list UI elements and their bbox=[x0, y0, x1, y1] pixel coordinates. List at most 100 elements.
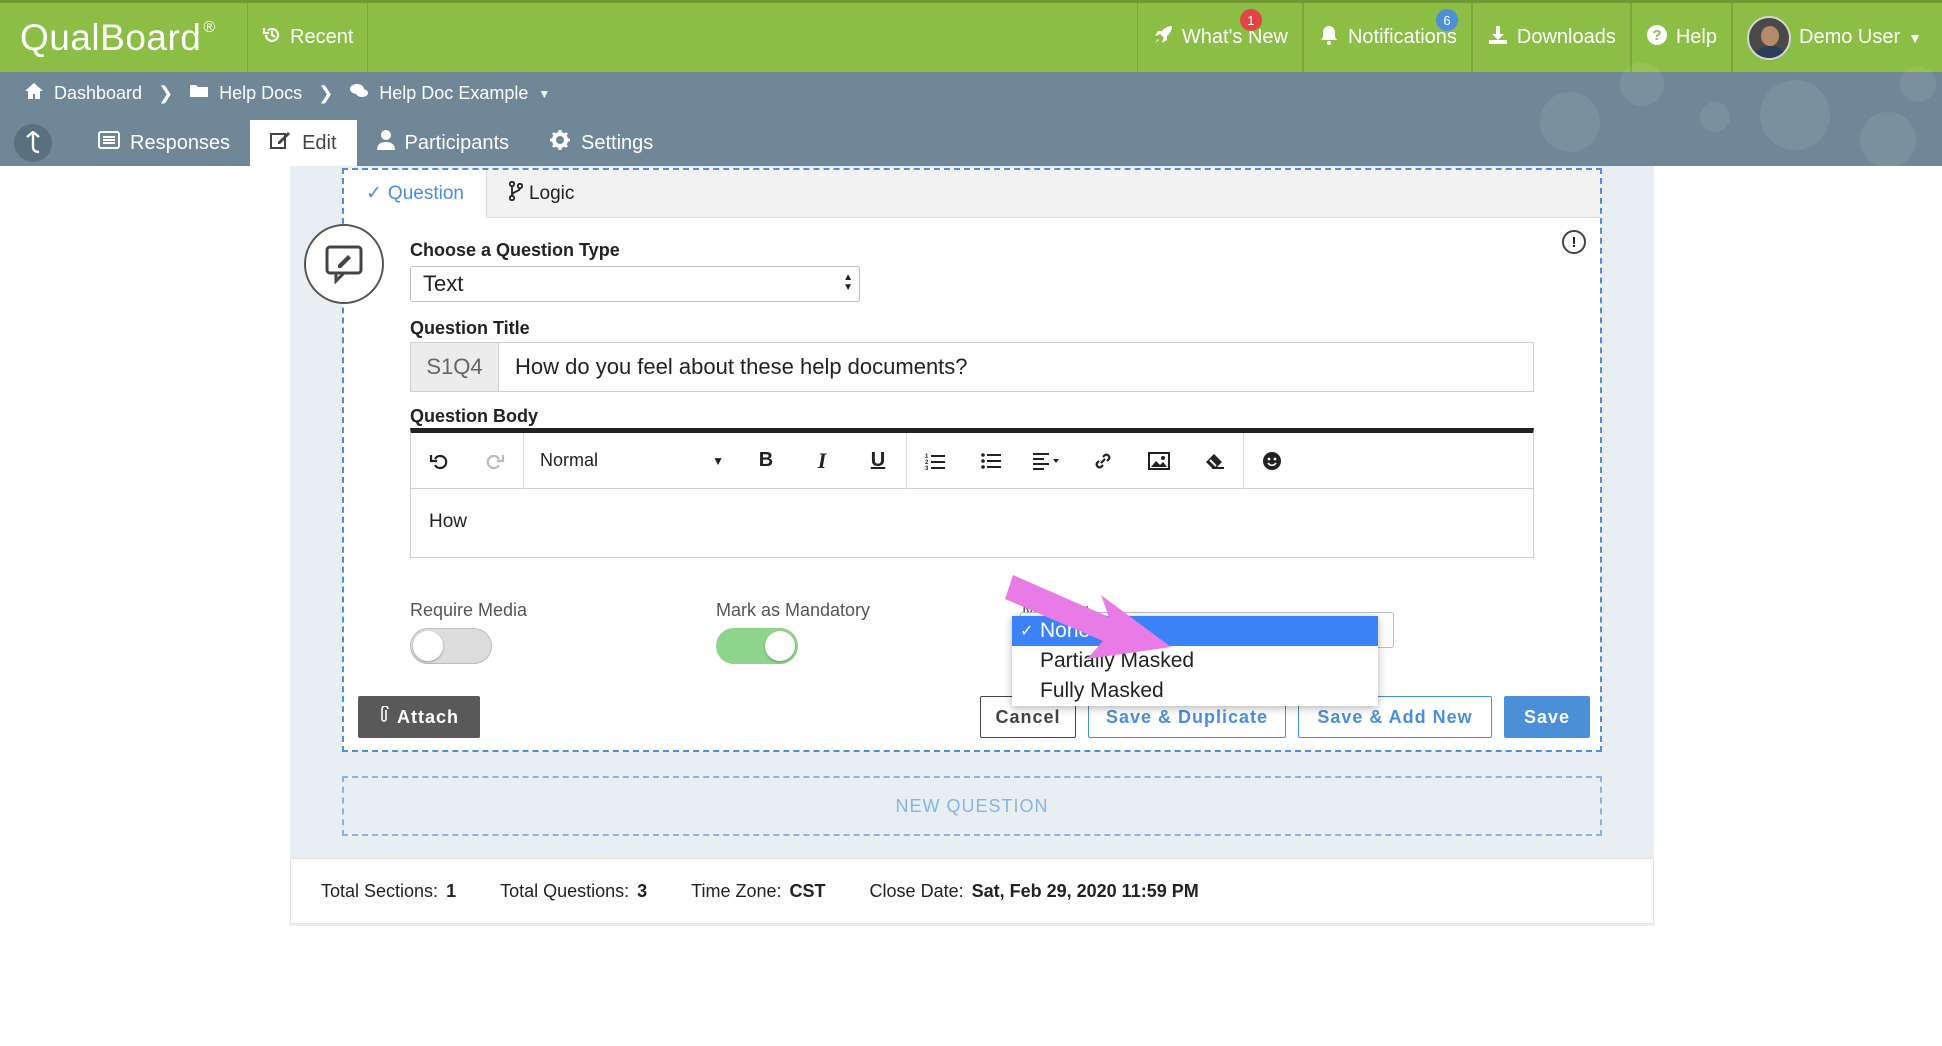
question-circle-icon: ? bbox=[1646, 24, 1668, 52]
bold-icon: B bbox=[758, 449, 774, 471]
ordered-list-button[interactable]: 123 bbox=[907, 433, 963, 489]
notifications-badge: 6 bbox=[1435, 9, 1458, 31]
tab-responses-label: Responses bbox=[130, 131, 231, 154]
registered-mark: ® bbox=[203, 18, 216, 36]
clear-format-button[interactable] bbox=[1187, 433, 1243, 489]
recent-label: Recent bbox=[290, 26, 354, 48]
total-sections-value: 1 bbox=[446, 880, 457, 901]
time-zone-label: Time Zone: bbox=[691, 880, 782, 901]
attach-button[interactable]: Attach bbox=[358, 696, 480, 738]
close-date-label: Close Date: bbox=[869, 880, 964, 901]
downloads-button[interactable]: Downloads bbox=[1471, 3, 1631, 72]
question-type-select[interactable]: Text ▲ ▼ bbox=[410, 266, 860, 302]
total-questions-value: 3 bbox=[637, 880, 648, 901]
list-alt-icon bbox=[98, 131, 120, 155]
editor-toolbar: Normal ▼ B I U 123 bbox=[411, 432, 1533, 489]
bullet-list-button[interactable] bbox=[963, 433, 1019, 489]
rich-text-editor: Normal ▼ B I U 123 How bbox=[410, 428, 1534, 558]
history-icon bbox=[262, 25, 282, 51]
image-button[interactable] bbox=[1131, 433, 1187, 489]
breadcrumb-dashboard[interactable]: Dashboard bbox=[54, 83, 142, 104]
project-tabs: Responses Edit Participants Settings bbox=[0, 120, 673, 166]
level-up-icon bbox=[26, 131, 40, 154]
whats-new-label: What's New bbox=[1181, 26, 1288, 48]
attach-label: Attach bbox=[396, 706, 459, 727]
align-button[interactable] bbox=[1019, 433, 1075, 489]
question-title-label: Question Title bbox=[410, 318, 530, 338]
masking-option-fully-masked[interactable]: Fully Masked bbox=[1012, 676, 1378, 706]
toggle-knob bbox=[413, 631, 443, 661]
question-type-value: Text bbox=[423, 271, 464, 296]
info-icon[interactable]: ! bbox=[1562, 230, 1586, 254]
survey-summary-footer: Total Sections: 1 Total Questions: 3 Time … bbox=[290, 858, 1654, 924]
download-icon bbox=[1487, 24, 1509, 52]
close-date: Close Date: Sat, Feb 29, 2020 11:59 PM bbox=[870, 881, 1199, 902]
home-icon bbox=[24, 82, 44, 105]
link-button[interactable] bbox=[1075, 433, 1131, 489]
annotation-arrow bbox=[1005, 575, 1171, 659]
undo-icon bbox=[429, 454, 448, 469]
mandatory-label: Mark as Mandatory bbox=[716, 600, 871, 620]
back-up-button[interactable] bbox=[14, 124, 52, 162]
user-menu[interactable]: Demo User ▼ bbox=[1732, 3, 1942, 72]
bold-button[interactable]: B bbox=[738, 433, 794, 489]
time-zone-value: CST bbox=[789, 880, 826, 901]
edit-icon bbox=[270, 130, 292, 156]
tab-logic[interactable]: Logic bbox=[487, 170, 596, 218]
tab-responses[interactable]: Responses bbox=[78, 120, 250, 166]
new-question-button[interactable]: NEW QUESTION bbox=[342, 776, 1602, 836]
require-media-label: Require Media bbox=[410, 600, 528, 620]
svg-text:?: ? bbox=[1652, 27, 1661, 44]
chevron-right-icon: ❯ bbox=[318, 83, 334, 103]
italic-icon: I bbox=[817, 447, 827, 473]
sub-navigation-bar: Dashboard ❯ Help Docs ❯ Help Doc Example… bbox=[0, 62, 1942, 168]
save-button[interactable]: Save bbox=[1504, 696, 1590, 738]
question-body-label: Question Body bbox=[410, 406, 539, 426]
whats-new-badge: 1 bbox=[1239, 9, 1262, 31]
eraser-icon bbox=[1206, 453, 1224, 469]
notifications-button[interactable]: Notifications 6 bbox=[1302, 3, 1472, 72]
select-arrows-icon: ▲ ▼ bbox=[843, 272, 853, 293]
recent-button[interactable]: Recent bbox=[248, 3, 369, 72]
question-type-icon bbox=[304, 224, 384, 304]
emoji-button[interactable] bbox=[1244, 433, 1300, 489]
question-editor-card: ✓ Question Logic ! Choose a Question Typ… bbox=[304, 168, 1602, 752]
align-left-icon bbox=[1033, 452, 1059, 470]
caret-down-icon[interactable]: ▼ bbox=[538, 87, 550, 101]
require-media-toggle[interactable] bbox=[410, 628, 492, 664]
whats-new-button[interactable]: What's New 1 bbox=[1136, 3, 1303, 72]
close-date-value: Sat, Feb 29, 2020 11:59 PM bbox=[971, 880, 1199, 901]
masking-option-label: Fully Masked bbox=[1040, 679, 1164, 702]
tab-settings[interactable]: Settings bbox=[529, 120, 673, 166]
underline-button[interactable]: U bbox=[850, 433, 906, 489]
text-format-value: Normal bbox=[540, 450, 599, 470]
question-type-label: Choose a Question Type bbox=[410, 240, 620, 260]
tab-question[interactable]: ✓ Question bbox=[344, 170, 487, 218]
editor-content[interactable]: How bbox=[411, 489, 1533, 555]
caret-down-icon: ▼ bbox=[712, 453, 724, 468]
mandatory-toggle[interactable] bbox=[716, 628, 798, 664]
chevron-right-icon: ❯ bbox=[158, 83, 174, 103]
question-title-input[interactable]: How do you feel about these help documen… bbox=[499, 343, 1533, 391]
tab-participants[interactable]: Participants bbox=[357, 120, 530, 166]
total-sections-label: Total Sections: bbox=[321, 880, 439, 901]
italic-button[interactable]: I bbox=[794, 433, 850, 489]
time-zone: Time Zone: CST bbox=[691, 881, 825, 902]
user-name: Demo User bbox=[1799, 26, 1901, 48]
breadcrumb-help-docs[interactable]: Help Docs bbox=[219, 83, 302, 104]
tab-question-label: Question bbox=[387, 182, 464, 204]
question-number: S1Q4 bbox=[411, 343, 499, 391]
caret-down-icon: ▼ bbox=[1908, 29, 1922, 46]
top-navigation-bar: QualBoard ® Recent What's New 1 Notificat… bbox=[0, 0, 1942, 72]
tab-settings-label: Settings bbox=[581, 131, 654, 154]
app-logo[interactable]: QualBoard ® bbox=[0, 3, 248, 72]
undo-button[interactable] bbox=[411, 433, 467, 489]
text-format-select[interactable]: Normal ▼ bbox=[524, 433, 738, 489]
tab-edit[interactable]: Edit bbox=[250, 120, 357, 166]
smile-icon bbox=[1263, 451, 1281, 470]
question-card-tabs: ✓ Question Logic bbox=[344, 170, 1600, 218]
ordered-list-icon: 123 bbox=[925, 454, 945, 470]
breadcrumb-help-doc-example[interactable]: Help Doc Example bbox=[379, 83, 528, 104]
redo-button[interactable] bbox=[467, 433, 523, 489]
help-label: Help bbox=[1675, 26, 1717, 48]
